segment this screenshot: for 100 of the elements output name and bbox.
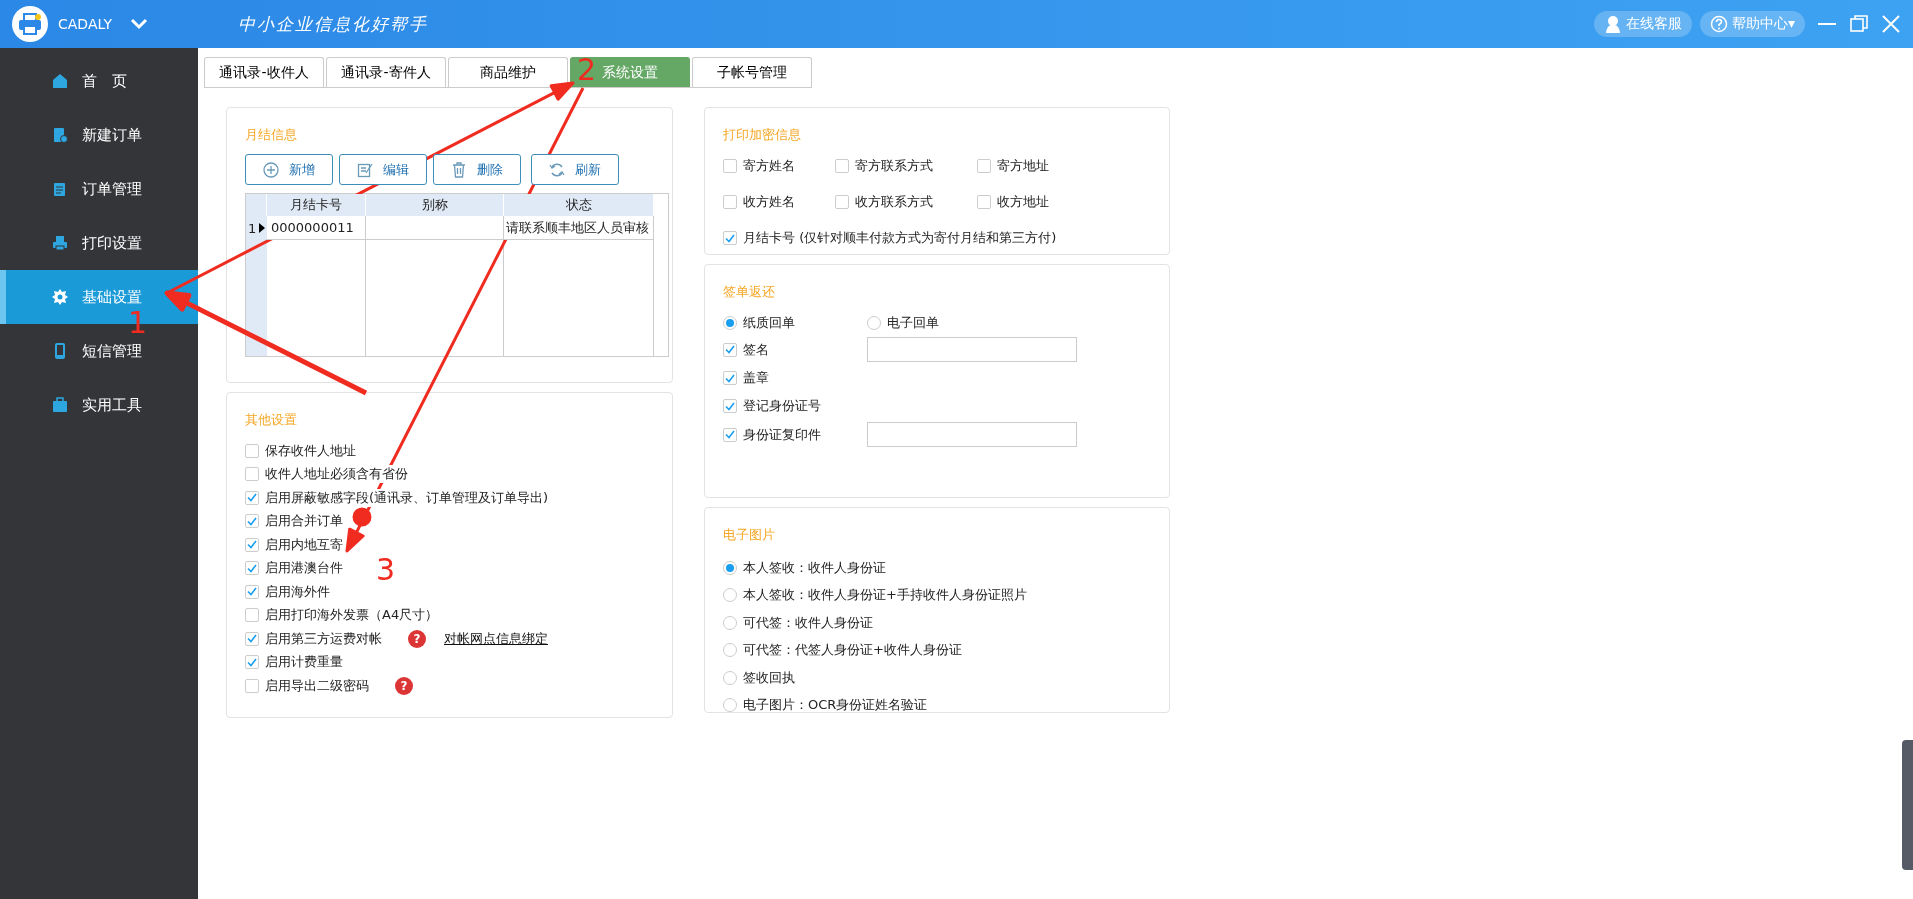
checkbox[interactable]	[723, 371, 737, 385]
checkbox[interactable]	[245, 584, 259, 599]
sidebar-item[interactable]: 实用工具	[0, 378, 198, 432]
section-title: 电子图片	[723, 526, 776, 544]
checkbox[interactable]	[245, 514, 259, 529]
home-icon	[52, 73, 68, 89]
checkbox-label: 启用第三方运费对帐	[265, 629, 382, 648]
section-title: 签单返还	[723, 283, 776, 301]
radio-label: 电子回单	[887, 314, 939, 332]
checkbox[interactable]	[977, 159, 991, 173]
sidebar-item[interactable]: 订单管理	[0, 162, 198, 216]
radio-button[interactable]	[723, 643, 737, 658]
input-field[interactable]	[867, 422, 1077, 447]
checkbox[interactable]	[835, 159, 849, 173]
section-title: 其他设置	[245, 411, 298, 429]
radio-button[interactable]	[723, 670, 737, 685]
section-title: 月结信息	[245, 126, 298, 144]
checkbox[interactable]	[723, 427, 737, 442]
restore-icon[interactable]	[1849, 14, 1869, 34]
checkbox[interactable]	[245, 443, 259, 458]
side-widget[interactable]	[1902, 740, 1913, 870]
edit-icon	[357, 161, 373, 178]
annotation-number: 2	[577, 55, 597, 85]
toolbar-button[interactable]: 编辑	[339, 154, 427, 185]
column-header: 别称	[366, 194, 504, 216]
help-icon[interactable]: ?	[395, 676, 413, 695]
app-name: CADALY	[58, 16, 112, 32]
checkbox-label: 寄方姓名	[743, 157, 795, 175]
document-icon	[52, 127, 68, 143]
input-field[interactable]	[867, 337, 1077, 362]
checkbox[interactable]	[835, 195, 849, 209]
column-header: 月结卡号	[267, 194, 366, 216]
checkbox[interactable]	[977, 195, 991, 209]
sidebar-item[interactable]: 打印设置	[0, 216, 198, 270]
checkbox-label: 收方地址	[997, 193, 1049, 211]
column-header: 状态	[504, 194, 654, 216]
checkbox-label: 启用屏蔽敏感字段(通讯录、订单管理及订单导出)	[265, 488, 549, 507]
help-icon	[1709, 15, 1728, 33]
radio-button[interactable]	[723, 698, 737, 713]
checkbox[interactable]	[245, 490, 259, 505]
checkbox-label: 寄方地址	[997, 157, 1049, 175]
checkbox-label: 启用内地互寄	[265, 535, 343, 554]
toolbar-button[interactable]: 删除	[433, 154, 521, 185]
checkbox[interactable]	[245, 467, 259, 482]
app-slogan: 中小企业信息化好帮手	[237, 12, 428, 36]
binding-link[interactable]: 对帐网点信息绑定	[444, 629, 548, 648]
checkbox-label: 登记身份证号	[743, 397, 821, 415]
checkbox[interactable]	[723, 195, 737, 209]
checkbox-label: 保存收件人地址	[265, 441, 356, 460]
chevron-down-icon[interactable]	[129, 18, 148, 30]
toolbar-button[interactable]: 刷新	[531, 154, 619, 185]
checkbox-label: 收方联系方式	[855, 193, 933, 211]
checkbox[interactable]	[245, 655, 259, 670]
row-number: 1	[248, 220, 257, 236]
checkbox[interactable]	[723, 159, 737, 173]
radio-label: 可代签：代签人身份证+收件人身份证	[743, 641, 962, 660]
tab[interactable]: 子帐号管理	[692, 57, 812, 87]
checkbox[interactable]	[723, 342, 737, 357]
radio-label: 可代签：收件人身份证	[743, 613, 873, 632]
close-icon[interactable]	[1881, 14, 1901, 34]
checkbox-label: 盖章	[743, 369, 769, 387]
checkbox-label: 启用海外件	[265, 582, 330, 601]
checkbox-label: 身份证复印件	[743, 425, 821, 444]
table-cell: 请联系顺丰地区人员审核	[504, 216, 654, 240]
radio-button[interactable]	[723, 615, 737, 630]
radio-button[interactable]	[867, 316, 881, 330]
tab[interactable]: 通讯录-收件人	[204, 57, 324, 87]
toolbox-icon	[52, 397, 68, 413]
checkbox[interactable]	[245, 631, 259, 646]
checkbox-label: 月结卡号 (仅针对顺丰付款方式为寄付月结和第三方付)	[743, 229, 1057, 247]
checkbox[interactable]	[245, 537, 259, 552]
tab[interactable]: 商品维护	[448, 57, 568, 87]
checkbox[interactable]	[245, 561, 259, 576]
checkbox-label: 启用导出二级密码	[265, 676, 369, 695]
checkbox[interactable]	[723, 399, 737, 413]
checkbox[interactable]	[245, 678, 259, 693]
clipboard-icon	[52, 181, 68, 197]
radio-button[interactable]	[723, 316, 737, 330]
sidebar-item[interactable]: 新建订单	[0, 108, 198, 162]
tab[interactable]: 通讯录-寄件人	[326, 57, 446, 87]
toolbar-button[interactable]: 新增	[245, 154, 333, 185]
radio-label: 纸质回单	[743, 314, 795, 332]
checkbox[interactable]	[245, 608, 259, 623]
radio-button[interactable]	[723, 560, 737, 575]
radio-button[interactable]	[723, 588, 737, 603]
sidebar-item[interactable]: 首 页	[0, 54, 198, 108]
checkbox-label: 签名	[743, 340, 769, 359]
checkbox[interactable]	[723, 231, 737, 245]
help-icon[interactable]: ?	[408, 629, 426, 648]
phone-icon	[52, 343, 68, 359]
radio-label: 电子图片：OCR身份证姓名验证	[743, 696, 928, 715]
refresh-icon	[549, 161, 565, 178]
checkbox-label: 收件人地址必须含有省份	[265, 465, 408, 484]
section-title: 打印加密信息	[723, 126, 802, 144]
annotation-number: 3	[376, 555, 396, 585]
radio-label: 本人签收：收件人身份证	[743, 558, 886, 577]
radio-label: 本人签收：收件人身份证+手持收件人身份证照片	[743, 586, 1027, 605]
table-cell: 0000000011	[267, 216, 366, 240]
settings-icon	[52, 289, 68, 305]
plus-icon	[263, 161, 279, 178]
